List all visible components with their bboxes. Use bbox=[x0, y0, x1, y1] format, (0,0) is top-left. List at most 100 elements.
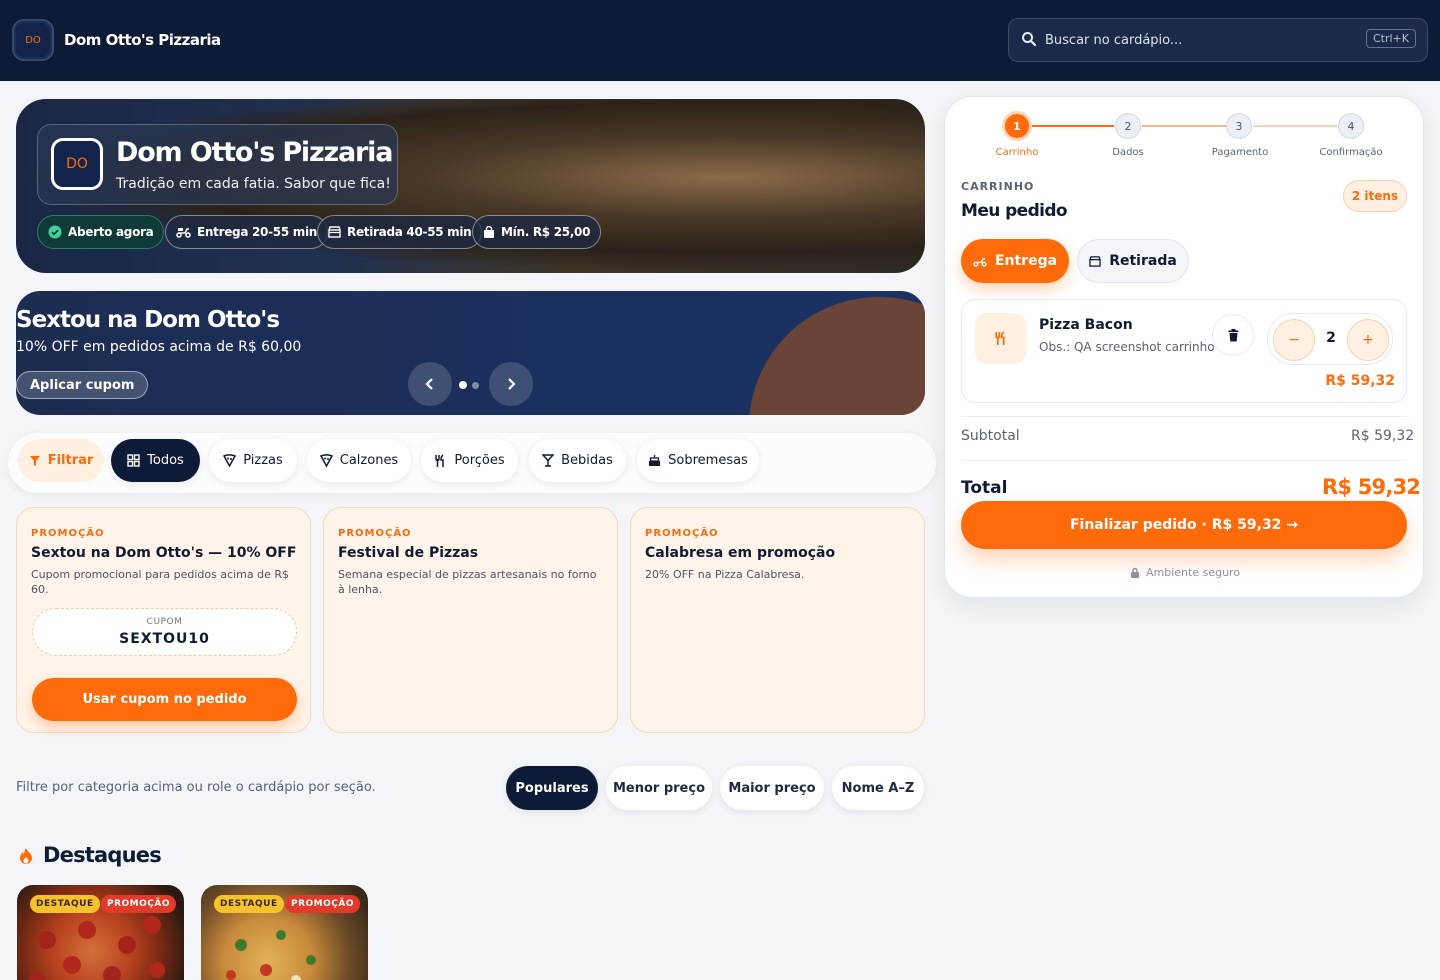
search-input[interactable]: Buscar no cardápio... Ctrl+K bbox=[1008, 18, 1428, 62]
funnel-icon bbox=[29, 455, 40, 466]
step-1-carrinho[interactable]: 1 bbox=[1002, 111, 1032, 141]
brand-logo[interactable]: DO bbox=[12, 19, 54, 61]
promo-title: Festival de Pizzas bbox=[338, 545, 479, 561]
banner-subtitle: 10% OFF em pedidos acima de R$ 60,00 bbox=[16, 339, 302, 355]
search-icon bbox=[1022, 32, 1037, 47]
tab-bebidas[interactable]: Bebidas bbox=[529, 439, 626, 482]
highlights-title: Destaques bbox=[43, 843, 162, 867]
promo-card[interactable]: PROMOÇÃO Sextou na Dom Otto's — 10% OFF … bbox=[16, 507, 311, 733]
trash-icon bbox=[1228, 328, 1238, 341]
step-4-confirmacao[interactable]: 4 bbox=[1338, 113, 1364, 139]
delivery-mode-label: Entrega bbox=[994, 253, 1058, 269]
featured-badge: DESTAQUE bbox=[214, 895, 284, 913]
secure-note: Ambiente seguro bbox=[1130, 566, 1240, 579]
cart-item: Pizza Bacon Obs.: QA screenshot carrinho… bbox=[961, 299, 1407, 403]
scooter-icon bbox=[973, 257, 987, 267]
step-2-dados[interactable]: 2 bbox=[1115, 113, 1141, 139]
pickup-mode-label: Retirada bbox=[1109, 253, 1177, 269]
carousel-next-button[interactable] bbox=[489, 362, 533, 406]
promo-carousel: Sextou na Dom Otto's 10% OFF em pedidos … bbox=[16, 291, 925, 415]
filter-hint: Filtre por categoria acima ou role o car… bbox=[16, 780, 376, 795]
step-connector bbox=[1032, 125, 1114, 127]
quantity-stepper: − 2 + bbox=[1267, 313, 1393, 365]
tab-label: Sobremesas bbox=[668, 453, 748, 468]
tab-calzones[interactable]: Calzones bbox=[307, 439, 411, 482]
divider bbox=[961, 416, 1407, 417]
delivery-mode-button[interactable]: Entrega bbox=[961, 239, 1069, 283]
remove-item-button[interactable] bbox=[1212, 314, 1254, 356]
subtotal-label: Subtotal bbox=[961, 428, 1020, 444]
coupon-code: SEXTOU10 bbox=[119, 631, 210, 647]
status-open-chip: Aberto agora bbox=[37, 215, 165, 249]
lock-icon bbox=[1131, 567, 1139, 578]
increase-quantity-button[interactable]: + bbox=[1347, 319, 1389, 361]
featured-badge: DESTAQUE bbox=[30, 895, 100, 913]
tab-label: Porções bbox=[454, 453, 505, 468]
search-shortcut: Ctrl+K bbox=[1365, 29, 1416, 48]
step-label: Dados bbox=[1112, 147, 1144, 158]
coupon-label: CUPOM bbox=[146, 617, 183, 627]
chevron-left-icon bbox=[425, 378, 433, 390]
sort-nome[interactable]: Nome A–Z bbox=[832, 766, 924, 810]
cake-icon bbox=[649, 455, 661, 466]
use-coupon-button[interactable]: Usar cupom no pedido bbox=[32, 678, 297, 721]
coupon-code-box[interactable]: CUPOM SEXTOU10 bbox=[32, 608, 297, 656]
promo-card[interactable]: PROMOÇÃO Festival de Pizzas Semana espec… bbox=[323, 507, 618, 733]
sort-populares[interactable]: Populares bbox=[506, 766, 598, 810]
promo-description: Semana especial de pizzas artesanais no … bbox=[338, 568, 597, 596]
promo-badge: PROMOÇÃO bbox=[285, 895, 361, 913]
store-icon bbox=[328, 226, 341, 238]
total-label: Total bbox=[961, 478, 1008, 498]
delivery-time-label: Entrega 20-55 min bbox=[197, 225, 318, 239]
scooter-icon bbox=[176, 228, 191, 238]
step-3-pagamento[interactable]: 3 bbox=[1226, 113, 1252, 139]
pickup-time-label: Retirada 40-55 min bbox=[347, 225, 472, 239]
utensils-icon bbox=[435, 453, 445, 467]
brand-name[interactable]: Dom Otto's Pizzaria bbox=[64, 31, 221, 49]
tab-todos[interactable]: Todos bbox=[111, 439, 200, 482]
sort-maior-preco[interactable]: Maior preço bbox=[720, 766, 824, 810]
cart-title: Meu pedido bbox=[961, 201, 1068, 221]
promo-title: Calabresa em promoção bbox=[645, 545, 836, 561]
step-connector bbox=[1253, 125, 1337, 127]
decrease-quantity-button[interactable]: − bbox=[1273, 319, 1315, 361]
tab-sobremesas[interactable]: Sobremesas bbox=[637, 439, 759, 482]
carousel-prev-button[interactable] bbox=[408, 362, 452, 406]
checkout-button[interactable]: Finalizar pedido · R$ 59,32 → bbox=[961, 501, 1407, 549]
bag-icon bbox=[484, 225, 494, 238]
hero-logo: DO bbox=[51, 138, 103, 190]
tab-porcoes[interactable]: Porções bbox=[421, 439, 518, 482]
promo-card[interactable]: PROMOÇÃO Calabresa em promoção 20% OFF n… bbox=[630, 507, 925, 733]
hero-title: Dom Otto's Pizzaria bbox=[116, 137, 393, 168]
apply-coupon-button[interactable]: Aplicar cupom bbox=[16, 371, 149, 399]
filter-button[interactable]: Filtrar bbox=[18, 439, 104, 482]
divider bbox=[961, 460, 1407, 461]
store-icon bbox=[1089, 255, 1101, 267]
promo-tag: PROMOÇÃO bbox=[338, 528, 412, 539]
tab-label: Calzones bbox=[339, 453, 399, 468]
tab-label: Todos bbox=[147, 453, 184, 468]
promo-description: Cupom promocional para pedidos acima de … bbox=[31, 568, 290, 596]
highlight-card[interactable]: DESTAQUE PROMOÇÃO bbox=[17, 885, 184, 980]
carousel-dot[interactable] bbox=[472, 382, 479, 389]
tab-label: Pizzas bbox=[243, 453, 283, 468]
item-price: R$ 59,32 bbox=[1325, 373, 1395, 389]
tab-pizzas[interactable]: Pizzas bbox=[209, 439, 297, 482]
minimum-order-chip: Mín. R$ 25,00 bbox=[472, 215, 602, 249]
step-label: Carrinho bbox=[995, 147, 1039, 158]
pickup-mode-button[interactable]: Retirada bbox=[1077, 239, 1189, 283]
secure-label: Ambiente seguro bbox=[1146, 566, 1241, 579]
carousel-dot-active[interactable] bbox=[459, 381, 467, 389]
pickup-time-chip: Retirada 40-55 min bbox=[317, 215, 483, 249]
chevron-right-icon bbox=[508, 378, 516, 390]
banner-decoration bbox=[749, 297, 925, 415]
step-label: Confirmação bbox=[1319, 147, 1383, 158]
sort-menor-preco[interactable]: Menor preço bbox=[606, 766, 712, 810]
cocktail-icon bbox=[542, 454, 555, 467]
minimum-order-label: Mín. R$ 25,00 bbox=[501, 225, 591, 239]
cart-kicker: CARRINHO bbox=[961, 180, 1035, 193]
highlight-card[interactable]: DESTAQUE PROMOÇÃO bbox=[201, 885, 368, 980]
category-filter-bar: Filtrar Todos Pizzas Calzones Porções Be… bbox=[8, 433, 936, 493]
search-placeholder: Buscar no cardápio... bbox=[1045, 33, 1183, 48]
promo-tag: PROMOÇÃO bbox=[645, 528, 719, 539]
